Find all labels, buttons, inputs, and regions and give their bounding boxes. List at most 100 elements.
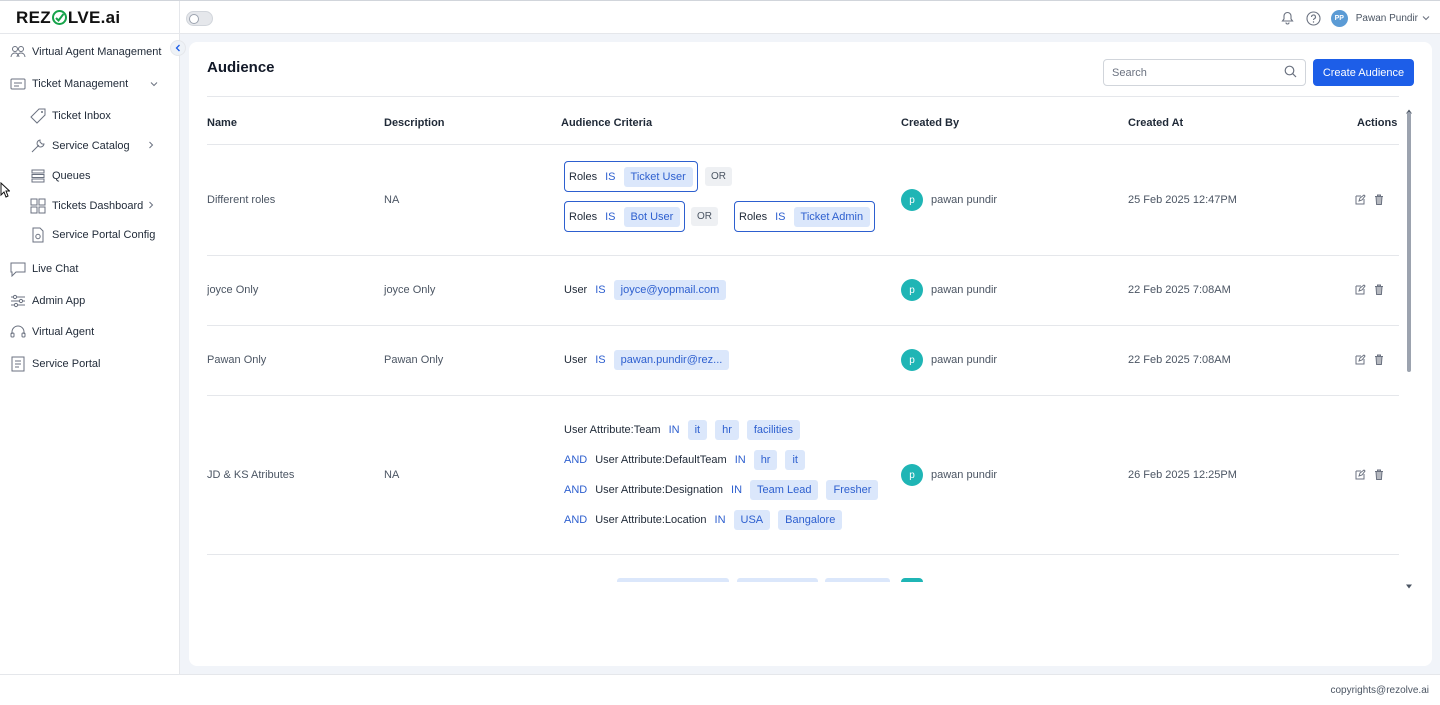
ticket-management-icon: [9, 75, 27, 93]
sidebar-item-ticket-management[interactable]: Ticket Management: [0, 72, 180, 96]
criteria-operator: IS: [595, 354, 606, 366]
sidebar-item-virtual-agent[interactable]: Virtual Agent: [0, 320, 180, 344]
criteria-value-chip: pawan.pundir@rez...: [613, 350, 730, 370]
user-avatar[interactable]: PP: [1330, 9, 1348, 27]
partial-row-avatar: [901, 578, 923, 582]
criteria-value-chip: Ticket User: [623, 166, 693, 187]
help-icon[interactable]: [1305, 9, 1323, 27]
top-bar: REZ LVE.ai PP Pawan Pundir: [0, 0, 1440, 35]
sidebar-item-label: Virtual Agent: [32, 326, 95, 338]
creator-name: pawan pundir: [931, 469, 998, 481]
creator-avatar: p: [901, 279, 923, 301]
logo-o-icon: [51, 10, 67, 25]
column-header-description[interactable]: Description: [384, 117, 445, 129]
sidebar-item-virtual-agent-management[interactable]: Virtual Agent Management: [0, 40, 180, 64]
create-audience-button[interactable]: Create Audience: [1313, 59, 1414, 86]
table-row[interactable]: joyce Only joyce Only User IS joyce@yopm…: [207, 256, 1399, 326]
criteria-group: Roles IS Bot User: [564, 201, 686, 232]
column-header-name[interactable]: Name: [207, 117, 237, 129]
created-by: p pawan pundir: [901, 189, 997, 211]
chat-icon: [9, 260, 27, 278]
logo-area: REZ LVE.ai: [0, 1, 180, 35]
criteria-line: AND User Attribute:Location IN USA Banga…: [564, 509, 843, 531]
divider: [207, 96, 1399, 97]
sidebar-item-ticket-inbox[interactable]: Ticket Inbox: [0, 104, 180, 128]
sidebar-item-label: Admin App: [32, 295, 86, 307]
table-row[interactable]: Different roles NA Roles IS Ticket User …: [207, 145, 1399, 256]
sidebar-item-live-chat[interactable]: Live Chat: [0, 257, 180, 281]
table-row[interactable]: Pawan Only Pawan Only User IS pawan.pund…: [207, 326, 1399, 396]
column-header-created-by[interactable]: Created By: [901, 117, 959, 129]
sliders-icon: [9, 292, 27, 310]
search-icon[interactable]: [1284, 65, 1297, 81]
search-box[interactable]: [1103, 59, 1306, 86]
scroll-thumb[interactable]: [1407, 112, 1411, 372]
users-icon: [9, 43, 27, 61]
audience-name[interactable]: Different roles: [207, 194, 275, 206]
search-input[interactable]: [1112, 66, 1284, 79]
sidebar-item-tickets-dashboard[interactable]: Tickets Dashboard: [0, 194, 180, 218]
edit-icon[interactable]: [1355, 284, 1366, 298]
grid-icon: [29, 197, 47, 215]
row-actions: [1355, 469, 1384, 483]
trash-icon[interactable]: [1374, 284, 1384, 298]
user-name[interactable]: Pawan Pundir: [1356, 13, 1418, 24]
table-row[interactable]: JD & KS Atributes NA User Attribute:Team…: [207, 396, 1399, 555]
chevron-down-icon[interactable]: [1422, 13, 1430, 23]
chevron-down-icon[interactable]: [150, 79, 158, 90]
mouse-cursor-icon: [0, 181, 11, 203]
chevron-left-icon: [175, 39, 181, 57]
criteria-label: Roles: [739, 210, 768, 223]
created-by: p pawan pundir: [901, 349, 997, 371]
theme-toggle[interactable]: [186, 11, 213, 26]
criteria-operator: IS: [595, 284, 606, 296]
sidebar-item-label: Tickets Dashboard: [52, 200, 144, 212]
trash-icon[interactable]: [1374, 194, 1384, 208]
chevron-right-icon[interactable]: [148, 201, 154, 212]
tag-icon: [29, 107, 47, 125]
criteria-label: Roles: [569, 170, 598, 183]
criteria-label: Roles: [569, 210, 598, 223]
sidebar-collapse-button[interactable]: [170, 40, 186, 56]
criteria-label: User Attribute:Location: [595, 514, 707, 526]
criteria-value-chip: joyce@yopmail.com: [613, 280, 727, 300]
created-by: p pawan pundir: [901, 279, 997, 301]
sidebar-item-service-portal-config[interactable]: Service Portal Config: [0, 223, 180, 247]
sidebar-item-queues[interactable]: Queues: [0, 164, 180, 188]
column-header-created-at[interactable]: Created At: [1128, 117, 1183, 129]
column-header-audience-criteria[interactable]: Audience Criteria: [561, 117, 652, 129]
brand-logo[interactable]: REZ LVE.ai: [16, 8, 120, 28]
sidebar-item-service-portal[interactable]: Service Portal: [0, 352, 180, 376]
bell-icon[interactable]: [1279, 9, 1297, 27]
table-header: Name Description Audience Criteria Creat…: [207, 104, 1399, 145]
criteria-group: Roles IS Ticket User: [564, 161, 698, 192]
audience-name[interactable]: joyce Only: [207, 284, 258, 296]
logo-suffix: LVE.ai: [67, 8, 121, 27]
sidebar-item-label: Ticket Management: [32, 78, 129, 90]
audience-name[interactable]: Pawan Only: [207, 354, 266, 366]
stack-icon: [29, 167, 47, 185]
audience-name[interactable]: JD & KS Atributes: [207, 469, 294, 481]
criteria-operator: IN: [731, 484, 743, 496]
criteria-line: User IS pawan.pundir@rez...: [564, 349, 730, 371]
sidebar-item-label: Service Portal: [32, 358, 101, 370]
trash-icon[interactable]: [1374, 354, 1384, 368]
criteria-value-chip: Bangalore: [778, 510, 843, 530]
sidebar-item-admin-app[interactable]: Admin App: [0, 289, 180, 313]
criteria-value-chip: it: [687, 420, 708, 440]
audience-table: Name Description Audience Criteria Creat…: [207, 104, 1399, 582]
and-operator: AND: [564, 454, 588, 466]
trash-icon[interactable]: [1374, 469, 1384, 483]
copyright-text: copyrights@rezolve.ai: [1330, 685, 1429, 696]
audience-description: NA: [384, 469, 400, 481]
edit-icon[interactable]: [1355, 194, 1366, 208]
chevron-right-icon[interactable]: [148, 141, 154, 152]
edit-icon[interactable]: [1355, 469, 1366, 483]
edit-icon[interactable]: [1355, 354, 1366, 368]
sidebar-item-service-catalog[interactable]: Service Catalog: [0, 134, 180, 158]
created-by: p pawan pundir: [901, 464, 997, 486]
table-scrollbar[interactable]: [1406, 104, 1412, 589]
scroll-down-icon[interactable]: [1406, 576, 1412, 594]
and-operator: AND: [564, 514, 588, 526]
criteria-operator: IS: [605, 170, 616, 183]
